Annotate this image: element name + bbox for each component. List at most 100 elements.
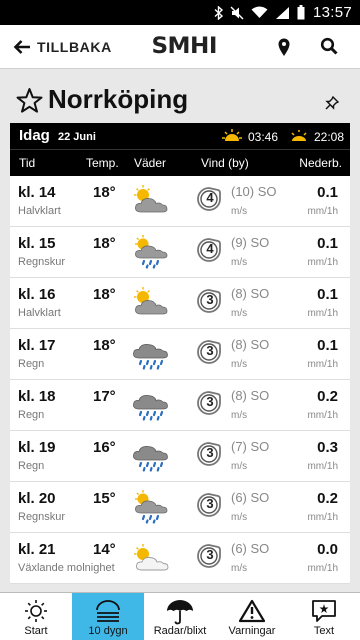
col-precip: Nederb. (299, 156, 342, 170)
row-wind-unit: m/s (231, 461, 248, 472)
tab-label: Start (24, 625, 48, 637)
row-precipitation-unit: mm/1h (307, 512, 338, 523)
tab-label: 10 dygn (88, 625, 128, 637)
row-description: Halvklart (18, 307, 61, 319)
rain-icon (133, 446, 168, 472)
col-weather: Väder (134, 156, 167, 170)
row-hour: kl. 18 (18, 388, 56, 405)
row-wind-unit: m/s (231, 512, 248, 523)
row-hour: kl. 20 (18, 490, 56, 507)
forecast-row[interactable]: kl. 17 Regn 18° 3 (8) SO m/s 0.1 mm/1h (10, 329, 350, 380)
row-precipitation: 0.1 (317, 235, 338, 252)
row-wind-speed: 3 (206, 394, 214, 409)
search-button[interactable] (320, 37, 338, 60)
forecast-table: Idag 22 Juni 03:46 22:08 Tid Temp. Väder… (10, 123, 350, 593)
col-time: Tid (19, 156, 36, 170)
row-wind-speed: 3 (206, 445, 214, 460)
row-hour: kl. 16 (18, 286, 56, 303)
row-description: Växlande molnighet (18, 562, 115, 574)
row-wind-speed: 3 (206, 292, 214, 307)
warning-icon (239, 599, 265, 623)
row-wind-gust: (8) SO (231, 388, 270, 403)
forecast-row[interactable]: kl. 15 Regnskur 18° 4 (9) SO m/s 0.1 mm/1h (10, 227, 350, 278)
row-temperature: 15° (93, 490, 116, 507)
column-header: Tid Temp. Väder Vind (by) Nederb. (10, 149, 350, 176)
forecast-row[interactable]: kl. 16 Halvklart 18° 3 (8) SO m/s 0.1 mm/1h (10, 278, 350, 329)
row-description: Regn (18, 358, 45, 370)
rain-icon (133, 395, 168, 421)
row-hour: kl. 17 (18, 337, 56, 354)
row-wind-gust: (8) SO (231, 286, 270, 301)
row-description: Halvklart (18, 205, 61, 217)
day-header: Idag 22 Juni 03:46 22:08 (10, 123, 350, 149)
row-temperature: 16° (93, 439, 116, 456)
row-precipitation: 0.1 (317, 286, 338, 303)
forecast-row[interactable]: kl. 18 Regn 17° 3 (8) SO m/s 0.2 mm/1h (10, 380, 350, 431)
ten-days-icon (96, 600, 120, 622)
row-hour: kl. 14 (18, 184, 56, 201)
rain-shower-icon (135, 235, 168, 269)
row-temperature: 14° (93, 541, 116, 558)
row-precipitation-unit: mm/1h (307, 461, 338, 472)
tab-text[interactable]: Text (288, 593, 360, 640)
forecast-row[interactable]: kl. 21 Växlande molnighet 14° 3 (6) SO m/s 0.0… (10, 533, 350, 584)
row-description: Regn (18, 409, 45, 421)
tab-radar[interactable]: Radar/blixt (144, 593, 216, 640)
tab-start[interactable]: Start (0, 593, 72, 640)
row-precipitation-unit: mm/1h (307, 410, 338, 421)
row-hour: kl. 21 (18, 541, 56, 558)
signal-icon (275, 6, 289, 19)
rain-shower-icon (135, 490, 168, 524)
col-wind: Vind (by) (201, 156, 249, 170)
city-header: Norrköping (0, 80, 360, 122)
row-wind-speed: 3 (206, 343, 214, 358)
row-description: Regn (18, 460, 45, 472)
row-temperature: 18° (93, 337, 116, 354)
search-icon (320, 37, 338, 55)
row-wind-speed: 3 (206, 547, 214, 562)
back-label: TILLBAKA (37, 38, 112, 55)
tab-label: Varningar (228, 625, 276, 637)
row-wind-gust: (9) SO (231, 235, 270, 250)
location-button[interactable] (276, 37, 292, 62)
row-wind-unit: m/s (231, 563, 248, 574)
wifi-icon (251, 6, 268, 18)
location-pin-icon (278, 38, 290, 56)
umbrella-icon (167, 600, 193, 625)
city-name: Norrköping (48, 84, 189, 114)
bottom-tab-bar: Start 10 dygn Radar/blixt Varningar Text (0, 592, 360, 640)
row-precipitation: 0.2 (317, 490, 338, 507)
back-button[interactable]: TILLBAKA (0, 25, 112, 69)
row-temperature: 18° (93, 235, 116, 252)
row-wind-unit: m/s (231, 206, 248, 217)
pushpin-icon[interactable] (325, 96, 339, 110)
text-bubble-icon (312, 600, 336, 622)
row-temperature: 18° (93, 184, 116, 201)
row-precipitation: 0.0 (317, 541, 338, 558)
forecast-row[interactable]: kl. 14 Halvklart 18° 4 (10) SO m/s 0.1 mm/1h (10, 176, 350, 227)
row-wind-speed: 4 (206, 241, 214, 256)
forecast-row[interactable]: kl. 19 Regn 16° 3 (7) SO m/s 0.3 mm/1h (10, 431, 350, 482)
favorite-star-icon[interactable] (16, 87, 43, 114)
forecast-row[interactable]: kl. 20 Regnskur 15° 3 (6) SO m/s 0.2 mm/1h (10, 482, 350, 533)
day-date: 22 Juni (58, 131, 96, 143)
sunset-icon (291, 130, 307, 141)
row-hour: kl. 15 (18, 235, 56, 252)
smhi-logo: SMHI (151, 34, 217, 59)
tab-10-dygn[interactable]: 10 dygn (72, 593, 144, 640)
clock: 13:57 (312, 4, 352, 21)
row-description: Regnskur (18, 511, 66, 523)
row-precipitation-unit: mm/1h (307, 206, 338, 217)
tab-varningar[interactable]: Varningar (216, 593, 288, 640)
partly-cloudy-icon (134, 185, 168, 213)
row-temperature: 17° (93, 388, 116, 405)
row-wind-gust: (8) SO (231, 337, 270, 352)
day-label: Idag (19, 127, 50, 144)
mute-icon (230, 6, 244, 19)
row-wind-gust: (7) SO (231, 439, 270, 454)
row-precipitation-unit: mm/1h (307, 563, 338, 574)
row-wind-speed: 4 (206, 190, 214, 205)
row-precipitation: 0.1 (317, 184, 338, 201)
row-wind-unit: m/s (231, 410, 248, 421)
row-wind-unit: m/s (231, 308, 248, 319)
